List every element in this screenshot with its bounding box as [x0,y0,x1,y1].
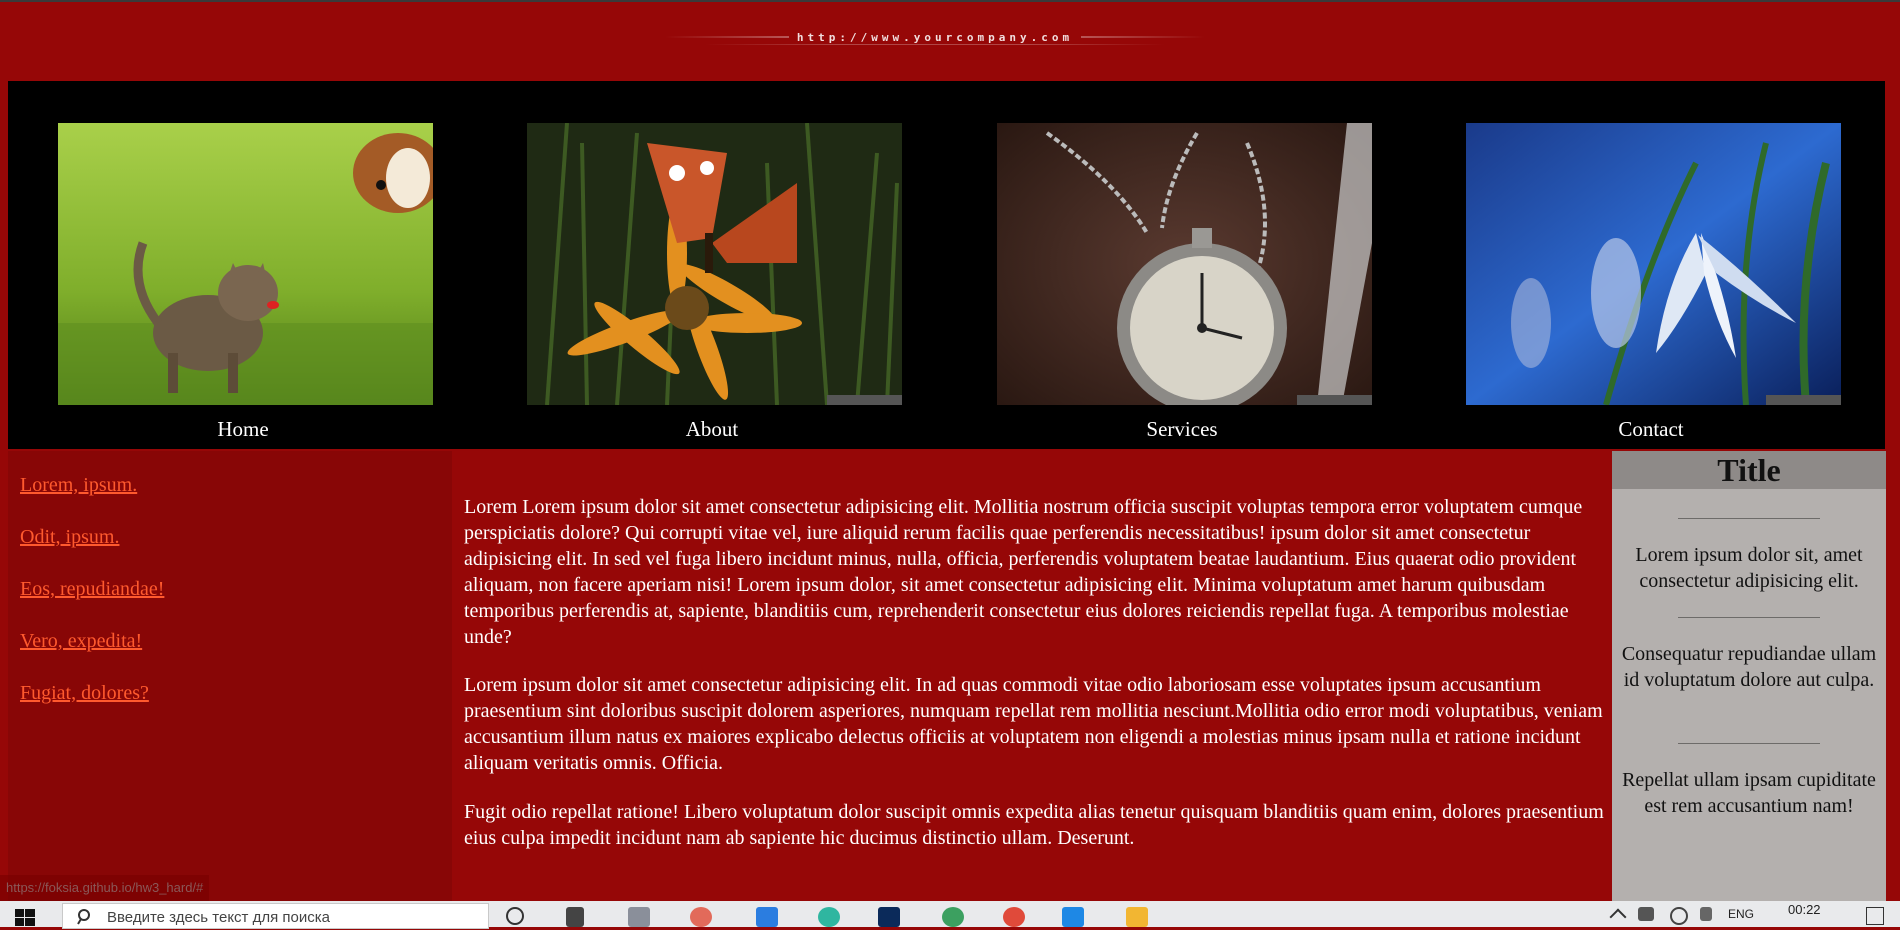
nav-label-services[interactable]: Services [987,417,1377,442]
taskbar-search-input[interactable]: Введите здесь текст для поиска [62,903,489,929]
main-paragraph-1: Lorem Lorem ipsum dolor sit amet consect… [464,496,1583,648]
nav-item-contact[interactable]: Contact [1466,123,1841,449]
media-player-icon[interactable] [756,907,778,927]
volume-icon[interactable] [1700,907,1712,921]
pocket-watch-photo[interactable] [997,123,1372,405]
vscode-icon[interactable] [1062,907,1084,927]
divider [1678,518,1820,519]
app-icon[interactable] [942,907,964,927]
main-navigation: Home About Services Contact [8,81,1885,449]
url-banner: http://www.yourcompany.com [665,26,1205,48]
sidebar-link-1[interactable]: Lorem, ipsum. [20,474,137,497]
right-sidebar-title: Title [1612,451,1886,489]
nav-label-about[interactable]: About [517,417,907,442]
app-icon[interactable] [818,907,840,927]
task-view-icon[interactable] [566,907,584,927]
link-status-tooltip: https://foksia.github.io/hw3_hard/# [0,875,210,901]
taskbar-clock[interactable]: 00:22 [1788,902,1821,917]
right-sidebar-block-1: Lorem ipsum dolor sit, amet consectetur … [1635,544,1863,592]
left-sidebar: Lorem, ipsum. Odit, ipsum. Eos, repudian… [8,451,452,901]
app-icon[interactable] [628,907,650,927]
main-content: Lorem Lorem ipsum dolor sit amet consect… [452,451,1612,901]
right-sidebar-block-2: Consequatur repudiandae ullam id volupta… [1621,643,1877,691]
photoshop-icon[interactable] [878,907,900,927]
banner-line-lower [705,44,1165,45]
cortana-icon[interactable] [506,907,524,925]
main-paragraph-3: Fugit odio repellat ratione! Libero volu… [464,801,1604,849]
sidebar-link-5[interactable]: Fugiat, dolores? [20,682,149,705]
divider [1678,617,1820,618]
app-icon[interactable] [690,907,712,927]
site-url: http://www.yourcompany.com [788,30,1082,44]
nav-label-contact[interactable]: Contact [1456,417,1846,442]
site-header: http://www.yourcompany.com [0,2,1900,81]
butterfly-on-flower-photo[interactable] [527,123,902,405]
main-paragraph-2: Lorem ipsum dolor sit amet consectetur a… [464,674,1603,774]
language-indicator[interactable]: ENG [1728,907,1754,921]
sidebar-link-4[interactable]: Vero, expedita! [20,630,142,653]
divider [1678,743,1820,744]
notifications-icon[interactable] [1866,907,1884,925]
kitten-and-puppy-photo[interactable] [58,123,433,405]
search-placeholder: Введите здесь текст для поиска [107,909,330,926]
nav-label-home[interactable]: Home [48,417,438,442]
sidebar-link-2[interactable]: Odit, ipsum. [20,526,119,549]
windows-start-icon[interactable] [14,905,36,927]
nav-item-home[interactable]: Home [58,123,433,449]
chrome-icon[interactable] [1003,907,1025,927]
nav-item-services[interactable]: Services [997,123,1372,449]
file-explorer-icon[interactable] [1126,907,1148,927]
nav-item-about[interactable]: About [527,123,902,449]
right-sidebar-block-3: Repellat ullam ipsam cupiditate est rem … [1622,769,1876,817]
chevron-up-icon[interactable] [1609,908,1627,926]
wifi-icon[interactable] [1670,907,1688,925]
network-icon[interactable] [1638,907,1654,921]
sidebar-link-3[interactable]: Eos, repudiandae! [20,578,164,601]
right-sidebar: Title Lorem ipsum dolor sit, amet consec… [1612,451,1886,901]
os-taskbar: Введите здесь текст для поиска ENG 00:22 [0,901,1900,929]
snowdrop-flower-photo[interactable] [1466,123,1841,405]
